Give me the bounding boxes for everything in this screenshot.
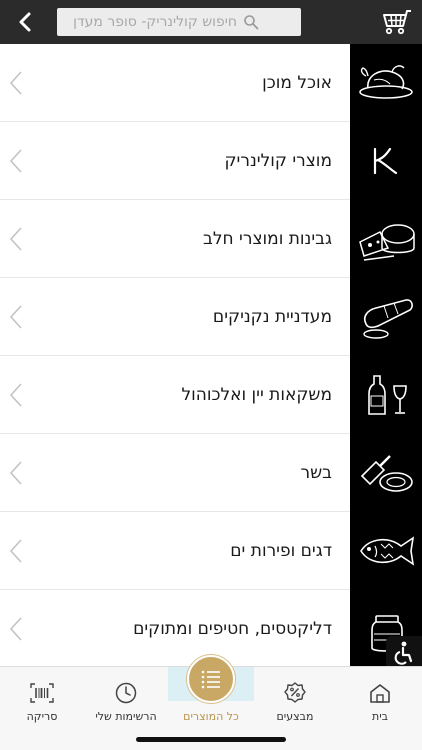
category-list: אוכל מוכן מוצרי קולינריק גבינות ומוצרי ח… (0, 44, 422, 666)
category-label: גבינות ומוצרי חלב (203, 229, 332, 249)
category-label: מעדניית נקניקים (212, 307, 332, 327)
shopping-cart-icon (383, 10, 411, 35)
chevron-left-icon (9, 71, 22, 95)
nav-scan-label: סריקה (26, 710, 58, 723)
category-label: אוכל מוכן (262, 73, 332, 93)
wheelchair-icon (394, 641, 413, 665)
home-indicator (136, 737, 286, 742)
percent-badge-icon (282, 680, 308, 706)
search-bar[interactable] (57, 8, 301, 36)
barcode-scan-icon (29, 680, 55, 706)
chevron-left-icon (19, 12, 31, 32)
category-label: דליקטסים, חטיפים ומתוקים (133, 619, 332, 639)
category-row[interactable]: מעדניית נקניקים (0, 278, 422, 356)
category-label: בשר (300, 463, 332, 483)
chevron-left-icon (9, 461, 22, 485)
nav-deals[interactable]: מבצעים (253, 667, 337, 723)
cheese-icon (350, 200, 422, 278)
wine-icon (350, 356, 422, 434)
nav-my-lists[interactable]: הרשימות שלי (84, 667, 168, 723)
chevron-left-icon (9, 539, 22, 563)
clock-list-icon (113, 680, 139, 706)
nav-all-products-label: כל המוצרים (183, 710, 239, 723)
chevron-left-icon (9, 617, 22, 641)
category-row[interactable]: דגים ופירות ים (0, 512, 422, 590)
category-label: משקאות יין ואלכוהול (181, 385, 332, 405)
nav-deals-label: מבצעים (276, 710, 314, 723)
sausage-icon (350, 278, 422, 356)
chevron-left-icon (9, 383, 22, 407)
nav-my-lists-label: הרשימות שלי (95, 710, 157, 723)
fish-icon (350, 512, 422, 590)
list-icon (201, 670, 220, 689)
cart-button[interactable] (378, 6, 414, 38)
category-row[interactable]: אוכל מוכן (0, 44, 422, 122)
all-products-fab[interactable] (187, 655, 235, 703)
chevron-left-icon (9, 305, 22, 329)
category-row[interactable]: בשר (0, 434, 422, 512)
category-row[interactable]: משקאות יין ואלכוהול (0, 356, 422, 434)
roast-chicken-icon (350, 44, 422, 122)
meat-cleaver-icon (350, 434, 422, 512)
accessibility-button[interactable] (386, 636, 422, 670)
category-label: מוצרי קולינריק (224, 151, 333, 171)
back-button[interactable] (10, 8, 40, 36)
search-input[interactable] (57, 14, 237, 30)
chevron-left-icon (9, 227, 22, 251)
category-label: דגים ופירות ים (230, 541, 332, 561)
category-row[interactable]: מוצרי קולינריק (0, 122, 422, 200)
top-bar (0, 0, 422, 44)
brand-k-icon (350, 122, 422, 200)
nav-home[interactable]: בית (338, 667, 422, 723)
nav-home-label: בית (371, 710, 389, 723)
search-icon (243, 14, 259, 30)
nav-scan[interactable]: סריקה (0, 667, 84, 723)
chevron-left-icon (9, 149, 22, 173)
category-row[interactable]: גבינות ומוצרי חלב (0, 200, 422, 278)
home-icon (367, 680, 393, 706)
